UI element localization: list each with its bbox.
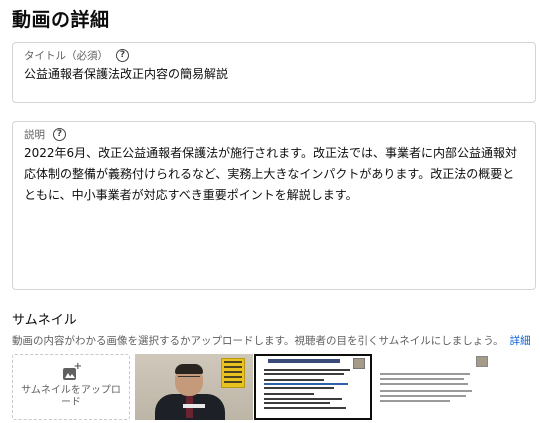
page-title: 動画の詳細 xyxy=(12,9,110,31)
description-field-label-row: 説明 ? xyxy=(24,127,66,142)
thumbnail-section-heading: サムネイル xyxy=(12,313,77,328)
title-field-label: タイトル（必須） xyxy=(24,50,108,62)
title-input[interactable]: 公益通報者保護法改正内容の簡易解説 xyxy=(24,65,228,82)
description-field[interactable]: 説明 ? 2022年6月、改正公益通報者保護法が施行されます。改正法では、事業者… xyxy=(12,121,536,290)
question-circle-icon[interactable]: ? xyxy=(116,49,129,62)
description-input[interactable]: 2022年6月、改正公益通報者保護法が施行されます。改正法では、事業者に内部公益… xyxy=(24,143,525,206)
learn-more-link[interactable]: 詳細 xyxy=(510,335,531,347)
thumbnail-option-2-selected[interactable] xyxy=(254,354,372,420)
title-field-label-row: タイトル（必須） ? xyxy=(24,48,129,63)
thumbnail-option-3[interactable] xyxy=(374,354,492,420)
question-circle-icon[interactable]: ? xyxy=(53,128,66,141)
upload-thumbnail-button[interactable]: + サムネイルをアップロード xyxy=(12,354,130,420)
upload-thumbnail-label: サムネイルをアップロード xyxy=(21,385,121,408)
description-field-label: 説明 xyxy=(24,129,45,141)
thumbnail-description-text: 動画の内容がわかる画像を選択するかアップロードします。視聴者の目を引くサムネイル… xyxy=(12,335,504,347)
add-photo-icon: + xyxy=(63,362,82,380)
title-field[interactable]: タイトル（必須） ? 公益通報者保護法改正内容の簡易解説 xyxy=(12,42,536,103)
thumbnail-section-description: 動画の内容がわかる画像を選択するかアップロードします。視聴者の目を引くサムネイル… xyxy=(12,333,531,348)
thumbnail-option-1[interactable] xyxy=(135,354,253,420)
